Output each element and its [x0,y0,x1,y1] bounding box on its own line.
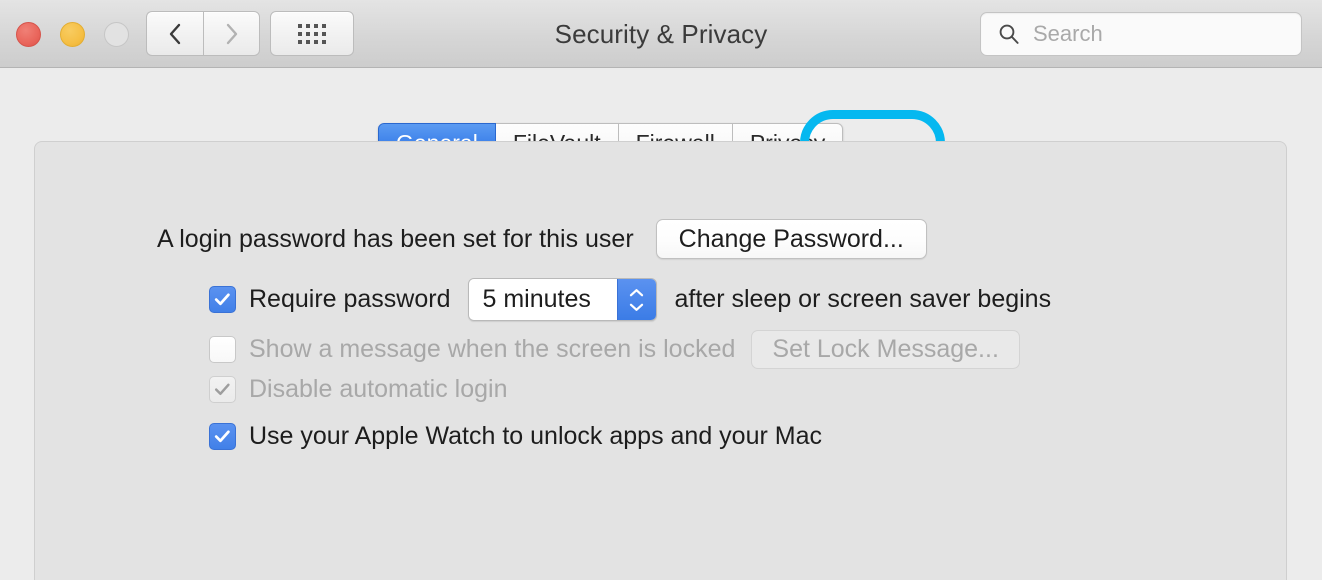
show-all-button[interactable] [270,11,354,56]
show-lock-message-label: Show a message when the screen is locked [249,335,736,363]
chevron-left-icon [169,23,180,44]
chevron-down-icon [629,303,644,311]
require-password-suffix-label: after sleep or screen saver begins [674,285,1052,313]
apple-watch-row: Use your Apple Watch to unlock apps and … [209,422,822,451]
forward-button[interactable] [203,11,260,56]
disable-auto-login-label: Disable automatic login [249,375,508,403]
disable-auto-login-checkbox [209,376,236,403]
checkmark-icon [214,430,230,443]
login-password-row: A login password has been set for this u… [157,219,927,259]
traffic-light-controls [16,22,129,47]
disable-auto-login-row: Disable automatic login [209,375,507,404]
apple-watch-label: Use your Apple Watch to unlock apps and … [249,422,822,450]
grid-dots-icon [298,23,326,44]
checkmark-icon [214,383,230,396]
require-password-row: Require password 5 minutes after sleep o… [209,278,1051,321]
navigation-buttons [146,11,260,56]
require-password-label: Require password [249,285,451,313]
search-icon [999,24,1019,44]
change-password-button[interactable]: Change Password... [655,219,927,259]
show-lock-message-checkbox [209,336,236,363]
preferences-window: Security & Privacy General FileVault Fir… [0,0,1322,580]
close-button-icon[interactable] [16,22,41,47]
back-button[interactable] [146,11,203,56]
search-field[interactable] [980,12,1302,56]
general-pane: A login password has been set for this u… [34,141,1287,580]
zoom-button-icon [104,22,129,47]
apple-watch-checkbox[interactable] [209,423,236,450]
chevron-right-icon [226,23,238,44]
search-input[interactable] [1033,21,1283,47]
minimize-button-icon[interactable] [60,22,85,47]
checkmark-icon [214,293,230,306]
interval-stepper[interactable] [616,279,656,320]
login-password-label: A login password has been set for this u… [157,224,634,253]
require-password-interval-value: 5 minutes [468,279,617,320]
show-lock-message-row: Show a message when the screen is locked… [209,330,1020,369]
chevron-up-icon [629,288,644,296]
require-password-checkbox[interactable] [209,286,236,313]
window-toolbar: Security & Privacy [0,0,1322,68]
set-lock-message-button: Set Lock Message... [751,330,1020,369]
require-password-interval-popup[interactable]: 5 minutes [467,278,657,321]
